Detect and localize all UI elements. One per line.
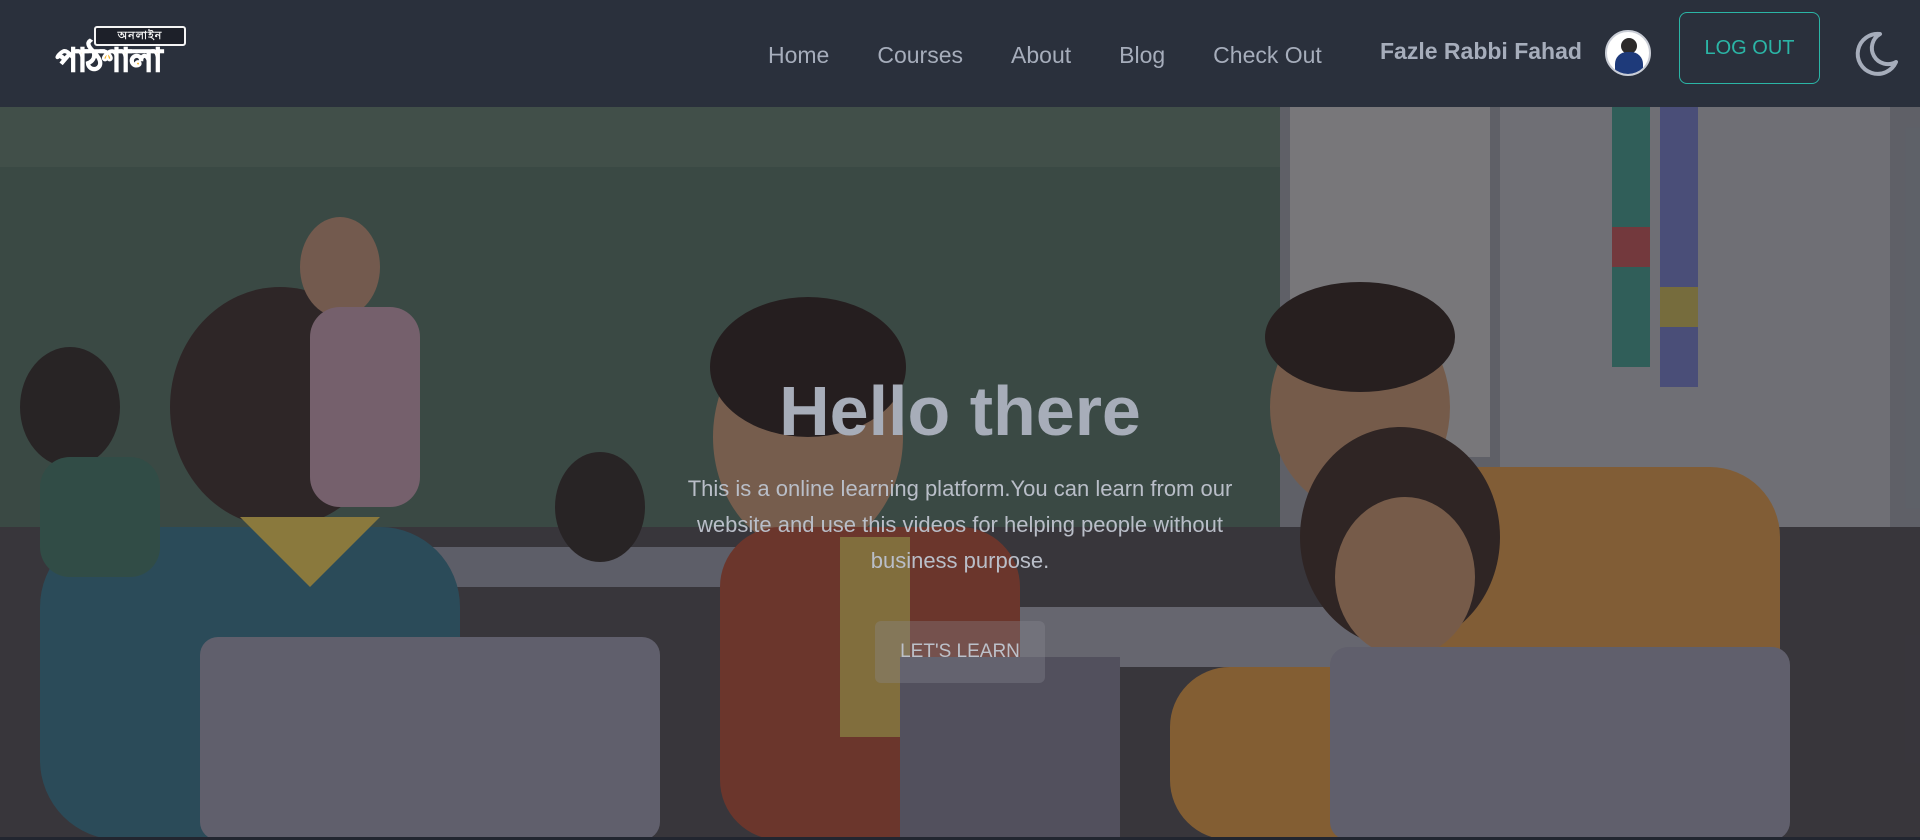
- hero-description: This is a online learning platform.You c…: [687, 476, 1233, 573]
- nav-courses-link[interactable]: Courses: [853, 42, 987, 69]
- avatar-body: [1615, 52, 1643, 74]
- nav-about-link[interactable]: About: [987, 42, 1095, 69]
- moon-icon[interactable]: [1850, 28, 1902, 80]
- user-avatar[interactable]: [1605, 30, 1651, 76]
- logout-button[interactable]: LOG OUT: [1679, 12, 1820, 84]
- hero-title: Hello there: [779, 372, 1141, 450]
- lets-learn-button[interactable]: LET'S LEARN: [875, 621, 1045, 683]
- user-name: Fazle Rabbi Fahad: [1380, 38, 1582, 64]
- navbar: অনলাইন পাঠশালা Home Courses About Blog C…: [0, 0, 1920, 107]
- nav-home-link[interactable]: Home: [744, 42, 853, 69]
- nav-checkout-link[interactable]: Check Out: [1189, 42, 1346, 69]
- nav-blog-link[interactable]: Blog: [1095, 42, 1189, 69]
- hero-section: Hello there This is a online learning pl…: [0, 107, 1920, 840]
- nav-links: Home Courses About Blog Check Out: [744, 38, 1346, 72]
- logo-bottom-text: পাঠশালা: [55, 41, 163, 79]
- site-logo[interactable]: অনলাইন পাঠশালা: [55, 24, 192, 79]
- hero-content: Hello there This is a online learning pl…: [640, 369, 1280, 683]
